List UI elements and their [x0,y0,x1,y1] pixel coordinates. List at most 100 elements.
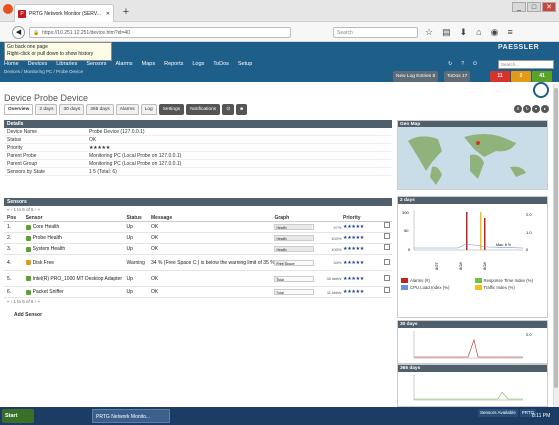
tab-2-days[interactable]: 2 days [35,104,58,115]
column-header-message[interactable]: Message [151,214,274,221]
chart-2d-plot[interactable]: 100 50 0 2.0 1.0 0 Max: 8 % 8/27 8/28 8/… [398,204,549,274]
tab-alarms[interactable]: Alarms [115,104,139,115]
sensor-name[interactable]: Packet Sniffer [33,287,64,298]
legend-item[interactable]: CPU Load Index (%) [401,285,471,290]
home-icon[interactable]: ⌂ [476,27,481,38]
status-chip[interactable]: 2 [511,71,531,82]
legend-item[interactable]: Response Time Index (%) [474,278,545,283]
select-all-checkbox[interactable] [384,214,392,221]
menu-item-logs[interactable]: Logs [192,61,204,67]
sensor-name[interactable]: Core Health [33,222,60,233]
logout-icon[interactable]: ⏻ [473,61,477,67]
taskbar-item-prtg[interactable]: PRTG Network Monito... [92,409,170,423]
bookmarks-icon[interactable]: ▤ [442,27,451,38]
start-button[interactable]: Start [2,409,34,423]
sensor-name-cell[interactable]: Disk Free [25,260,127,266]
priority-stars[interactable]: ★★★★★ [343,276,384,282]
scrollbar-thumb[interactable] [554,88,558,388]
detail-value[interactable]: Monitoring PC (Local Probe on 127.0.0.1) [89,152,392,159]
chart-365d-plot[interactable] [398,372,549,407]
tab-overview[interactable]: Overview [4,104,34,115]
sensor-name[interactable]: Intel(R) PRO_1000 MT Desktop Adapter [33,276,122,282]
row-checkbox[interactable] [384,274,391,281]
menu-item-libraries[interactable]: Libraries [56,61,77,67]
menu-item-home[interactable]: Home [4,61,19,67]
download-icon[interactable]: ⬇ [460,27,468,38]
menu-item-maps[interactable]: Maps [142,61,155,67]
tray-item-1[interactable]: Sensors Available [478,409,518,417]
minimize-button[interactable]: _ [512,2,526,12]
todos-button[interactable]: ToDos 17 [444,71,471,82]
delete-object-button[interactable]: ■ [236,104,248,115]
filter-icon[interactable]: ▾ [532,105,540,113]
refresh-view-icon[interactable]: ↻ [523,105,531,113]
table-row[interactable]: 4. Disk Free Warning 34 % (Free Space C:) i… [4,255,392,271]
menu-item-devices[interactable]: Devices [28,61,48,67]
browser-search-input[interactable]: Search [333,27,418,38]
column-header-pos[interactable]: Pos [4,214,26,221]
row-checkbox[interactable] [384,243,391,250]
world-map-image[interactable] [398,127,547,189]
settings-button[interactable]: Settings [158,104,185,115]
chart-30d-plot[interactable]: 2.0 [398,328,549,364]
tab-365-days[interactable]: 365 days [86,104,114,115]
pause-icon[interactable]: Ⅱ [514,105,522,113]
refresh-icon[interactable]: ↻ [448,61,452,67]
priority-stars[interactable]: ★★★★★ [343,222,384,233]
table-row[interactable]: 5. Intel(R) PRO_1000 MT Desktop Adapter Up… [4,271,392,287]
menu-item-reports[interactable]: Reports [164,61,183,67]
sensor-name-cell[interactable]: System Health [25,244,127,255]
status-chip[interactable]: 41 [532,71,552,82]
close-window-button[interactable]: ✕ [542,2,556,12]
url-bar[interactable]: 🔒 https://10.251.12.251/device.htm?id=40 [29,27,291,38]
detail-value[interactable]: Monitoring PC (Local Probe on 127.0.0.1) [89,160,392,167]
legend-item[interactable]: Traffic Index (%) [474,285,545,290]
bookmark-star-icon[interactable]: ☆ [425,27,433,38]
sensor-name[interactable]: Disk Free [33,260,54,266]
tab-30-days[interactable]: 30 days [59,104,85,115]
table-row[interactable]: 6. Packet Sniffer Up OK Total 11 kbit/s ★★★★★ [4,286,392,298]
row-checkbox[interactable] [384,286,391,293]
priority-stars[interactable]: ★★★★★ [343,244,384,255]
pager-bottom[interactable]: « ‹ 1 to 6 of 6 › » [4,298,392,306]
priority-stars[interactable]: ★★★★★ [343,287,384,298]
sensor-name[interactable]: System Health [33,244,66,255]
table-row[interactable]: 2. Probe Health Up OK Health 100% ★★★★★ [4,232,392,244]
new-log-entries-button[interactable]: New Log Entries 8 [393,71,439,82]
add-sensor-button[interactable]: Add Sensor [14,312,42,318]
column-header-sensor[interactable]: Sensor [26,214,127,221]
tab-log[interactable]: Log [140,104,157,115]
sensor-name-cell[interactable]: Core Health [25,222,127,233]
menu-item-sensors[interactable]: Sensors [86,61,106,67]
close-tab-icon[interactable]: ✕ [106,11,110,17]
status-chip[interactable]: 11 [490,71,510,82]
breadcrumb[interactable]: Devices / Monitoring PC / Probe Device [4,69,83,74]
new-tab-button[interactable]: + [120,6,132,18]
column-header-status[interactable]: Status [127,214,151,221]
priority-stars[interactable]: ★★★★★ [343,260,384,266]
pager-top[interactable]: « ‹ 1 to 6 of 6 › » [4,206,392,214]
browser-tab[interactable]: P PRTG Network Monitor (SERV... ✕ [14,4,114,22]
priority-stars[interactable]: ★★★★★ [343,233,384,244]
sensor-name-cell[interactable]: Intel(R) PRO_1000 MT Desktop Adapter [25,276,127,282]
table-row[interactable]: 3. System Health Up OK Health 100% ★★★★★ [4,243,392,255]
menu-icon[interactable]: ≡ [507,27,512,38]
pause-object-button[interactable]: ⊙ [222,104,235,115]
menu-item-alarms[interactable]: Alarms [116,61,133,67]
legend-item[interactable]: Alarms (#) [401,278,471,283]
sensor-name-cell[interactable]: Packet Sniffer [25,287,127,298]
table-row[interactable]: 1. Core Health Up OK Health 97% ★★★★★ [4,221,392,233]
pocket-icon[interactable]: ◉ [491,27,499,38]
back-button[interactable]: ◀ [12,26,25,39]
column-header-priority[interactable]: Priority [343,214,384,221]
column-header-graph[interactable]: Graph [274,214,343,221]
menu-item-setup[interactable]: Setup [238,61,252,67]
row-checkbox[interactable] [384,258,391,265]
notifications-button[interactable]: Notifications [186,104,221,115]
sensor-name[interactable]: Probe Health [33,233,62,244]
settings-menu-icon[interactable]: ▸ [541,105,549,113]
row-checkbox[interactable] [384,232,391,239]
help-icon[interactable]: ? [461,61,464,67]
sensor-name-cell[interactable]: Probe Health [25,233,127,244]
row-checkbox[interactable] [384,221,391,228]
